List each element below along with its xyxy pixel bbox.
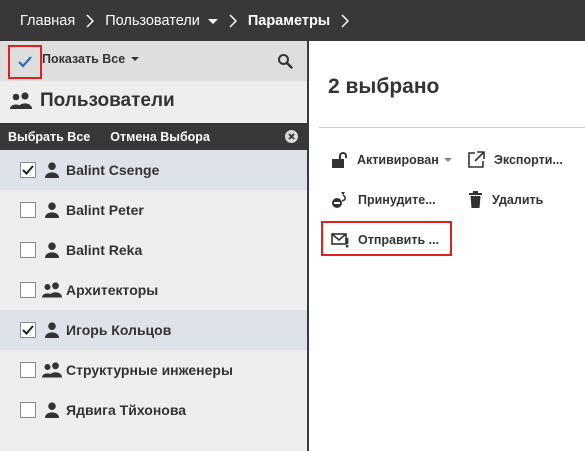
show-all-label: Показать Все xyxy=(42,52,126,66)
clear-icon[interactable] xyxy=(285,130,298,143)
force-label: Принудите... xyxy=(358,193,436,207)
list-item-label: Игорь Кольцов xyxy=(66,322,172,338)
cancel-selection-link[interactable]: Отмена Выбора xyxy=(110,130,210,144)
list-item[interactable]: Структурные инженеры xyxy=(0,350,307,390)
user-list: Balint Csenge Balint Peter Balint Reka Архи… xyxy=(0,150,307,430)
user-icon xyxy=(42,242,62,258)
list-item-label: Balint Csenge xyxy=(66,162,160,178)
export-icon xyxy=(468,151,485,168)
breadcrumb-users-label: Пользователи xyxy=(105,12,200,29)
user-icon xyxy=(42,322,62,338)
row-checkbox[interactable] xyxy=(20,242,36,258)
chevron-right-icon xyxy=(330,13,360,28)
breadcrumb-home[interactable]: Главная xyxy=(20,13,75,29)
caret-down-icon xyxy=(443,158,452,162)
group-icon xyxy=(42,362,62,378)
row-checkbox[interactable] xyxy=(20,362,36,378)
selected-count: 2 выбрано xyxy=(328,75,440,98)
list-item-label: Структурные инженеры xyxy=(66,362,233,378)
checkmark-icon xyxy=(18,56,32,68)
force-action-icon xyxy=(332,192,346,208)
select-all-link[interactable]: Выбрать Все xyxy=(8,130,90,144)
breadcrumb-params[interactable]: Параметры xyxy=(248,13,330,29)
chevron-right-icon xyxy=(75,13,105,28)
breadcrumb-users[interactable]: Пользователи xyxy=(105,13,218,29)
user-icon xyxy=(42,202,62,218)
select-mode-toggle[interactable] xyxy=(8,45,42,79)
list-item-label: Архитекторы xyxy=(66,282,159,298)
caret-down-icon xyxy=(131,57,140,61)
send-message-icon xyxy=(331,233,349,248)
list-item[interactable]: Balint Reka xyxy=(0,230,307,270)
unlock-icon xyxy=(332,152,347,168)
trash-icon xyxy=(469,191,482,208)
search-icon[interactable] xyxy=(277,53,293,69)
row-checkbox[interactable] xyxy=(20,202,36,218)
list-item-label: Balint Reka xyxy=(66,242,143,258)
users-panel: Показать Все Пользователи Выбрать Все От… xyxy=(0,41,307,451)
send-button[interactable]: Отправить ... xyxy=(331,231,439,248)
row-checkbox[interactable] xyxy=(20,322,36,338)
filter-bar: Показать Все xyxy=(0,41,307,81)
export-label: Экспорти... xyxy=(494,152,563,167)
row-checkbox[interactable] xyxy=(20,282,36,298)
activate-label: Активирован xyxy=(357,153,439,167)
row-checkbox[interactable] xyxy=(20,402,36,418)
details-panel: 2 выбрано Активирован Экспорти... Принуд… xyxy=(309,41,585,451)
list-item[interactable]: Архитекторы xyxy=(0,270,307,310)
list-item[interactable]: Balint Peter xyxy=(0,190,307,230)
user-icon xyxy=(42,402,62,418)
force-button[interactable]: Принудите... xyxy=(331,191,436,209)
export-button[interactable]: Экспорти... xyxy=(468,151,563,168)
panel-title: Пользователи xyxy=(10,90,175,112)
chevron-right-icon xyxy=(218,13,248,28)
user-icon xyxy=(42,162,62,178)
delete-label: Удалить xyxy=(492,192,544,207)
users-group-icon xyxy=(10,92,32,109)
selection-bar: Выбрать Все Отмена Выбора xyxy=(0,123,307,150)
breadcrumb: Главная Пользователи Параметры xyxy=(0,0,585,41)
row-checkbox[interactable] xyxy=(20,162,36,178)
list-item[interactable]: Balint Csenge xyxy=(0,150,307,190)
list-item[interactable]: Игорь Кольцов xyxy=(0,310,307,350)
list-item-label: Balint Peter xyxy=(66,202,144,218)
send-label: Отправить ... xyxy=(358,232,440,247)
list-item[interactable]: Ядвига Тйхонова xyxy=(0,390,307,430)
delete-button[interactable]: Удалить xyxy=(468,191,543,208)
divider xyxy=(319,127,585,128)
caret-down-icon xyxy=(207,19,218,24)
group-icon xyxy=(42,282,62,298)
panel-title-label: Пользователи xyxy=(40,90,175,111)
activate-button[interactable]: Активирован xyxy=(331,151,452,169)
show-all-dropdown[interactable]: Показать Все xyxy=(42,52,140,66)
list-item-label: Ядвига Тйхонова xyxy=(66,402,187,418)
